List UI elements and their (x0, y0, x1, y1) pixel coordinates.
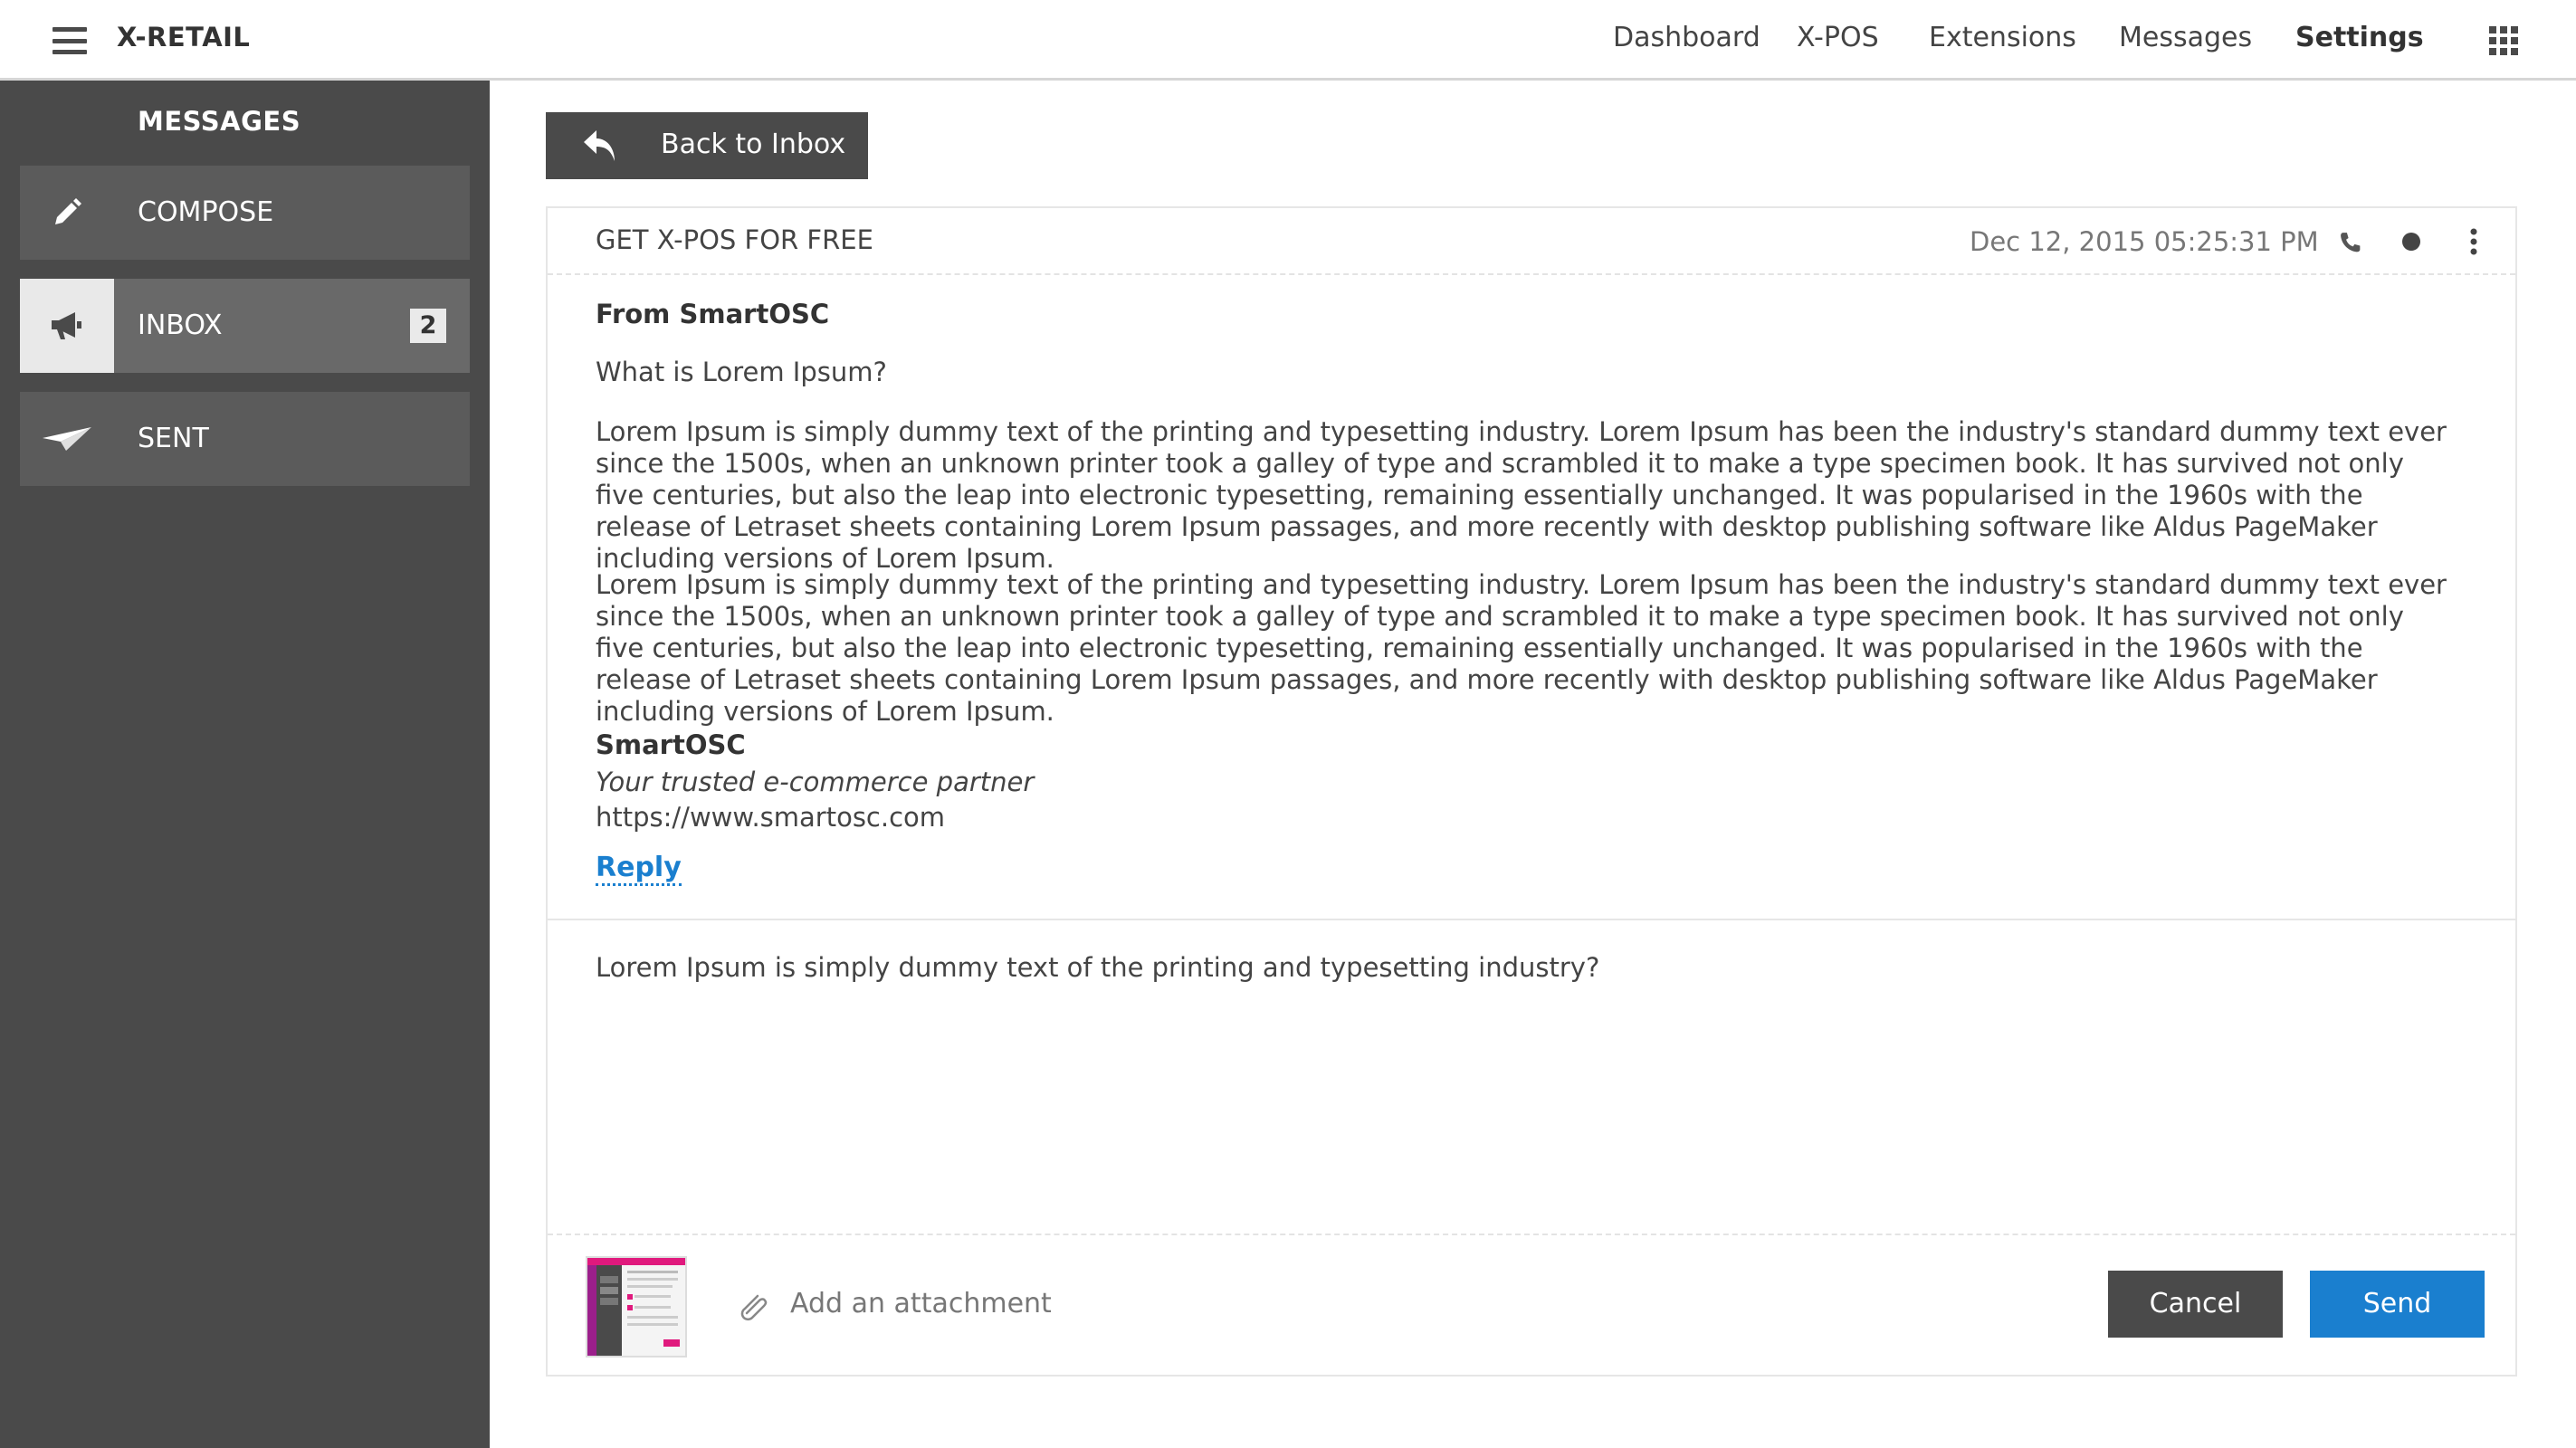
top-bar: X-RETAIL Dashboard X-POS Extensions Mess… (0, 0, 2576, 81)
sidebar-item-label: INBOX (138, 310, 223, 341)
sidebar-item-label: COMPOSE (138, 196, 274, 228)
nav-xpos[interactable]: X-POS (1797, 22, 1879, 53)
reply-footer-separator (548, 1234, 2515, 1235)
message-question: What is Lorem Ipsum? (596, 357, 887, 387)
sidebar-item-label: SENT (138, 423, 209, 454)
message-subject: GET X-POS FOR FREE (596, 224, 873, 255)
message-header: GET X-POS FOR FREE Dec 12, 2015 05:25:31… (548, 208, 2515, 275)
phone-icon[interactable] (2336, 228, 2363, 255)
attachment-thumbnail[interactable] (586, 1256, 687, 1358)
message-date: Dec 12, 2015 05:25:31 PM (1970, 226, 2319, 257)
nav-dashboard[interactable]: Dashboard (1613, 22, 1760, 53)
apps-grid-icon[interactable] (2489, 26, 2518, 55)
reply-text-area[interactable]: Lorem Ipsum is simply dummy text of the … (596, 952, 1599, 983)
back-to-inbox-button[interactable]: Back to Inbox (546, 112, 868, 179)
nav-extensions[interactable]: Extensions (1929, 22, 2076, 53)
top-nav: Dashboard X-POS Extensions Messages Sett… (0, 22, 2576, 58)
add-attachment-label: Add an attachment (790, 1288, 1052, 1319)
reply-divider (548, 919, 2515, 920)
message-card: GET X-POS FOR FREE Dec 12, 2015 05:25:31… (546, 206, 2517, 1377)
signature-name: SmartOSC (596, 729, 746, 760)
sidebar-item-sent[interactable]: SENT (20, 392, 470, 486)
back-button-label: Back to Inbox (661, 129, 846, 160)
message-paragraph: Lorem Ipsum is simply dummy text of the … (596, 569, 2447, 727)
cancel-button[interactable]: Cancel (2108, 1271, 2283, 1338)
paperclip-icon (739, 1290, 772, 1326)
message-paragraph: Lorem Ipsum is simply dummy text of the … (596, 416, 2447, 574)
sidebar-title: MESSAGES (138, 106, 301, 137)
reply-link[interactable]: Reply (596, 853, 682, 886)
signature-url: https://www.smartosc.com (596, 802, 946, 833)
more-options-icon[interactable] (2460, 228, 2487, 255)
nav-settings[interactable]: Settings (2295, 22, 2424, 53)
status-dot-icon[interactable] (2398, 228, 2425, 255)
megaphone-icon (20, 279, 114, 373)
sidebar: MESSAGES COMPOSE INBOX 2 SENT (0, 81, 490, 1448)
nav-messages[interactable]: Messages (2119, 22, 2252, 53)
paper-plane-icon (20, 392, 114, 486)
reply-arrow-icon (582, 129, 618, 167)
sidebar-item-inbox[interactable]: INBOX 2 (20, 279, 470, 373)
pencil-icon (20, 166, 114, 260)
sidebar-item-compose[interactable]: COMPOSE (20, 166, 470, 260)
unread-count-badge: 2 (410, 309, 446, 343)
send-button[interactable]: Send (2310, 1271, 2485, 1338)
signature-tagline: Your trusted e-commerce partner (596, 767, 1035, 797)
message-from: From SmartOSC (596, 299, 830, 329)
